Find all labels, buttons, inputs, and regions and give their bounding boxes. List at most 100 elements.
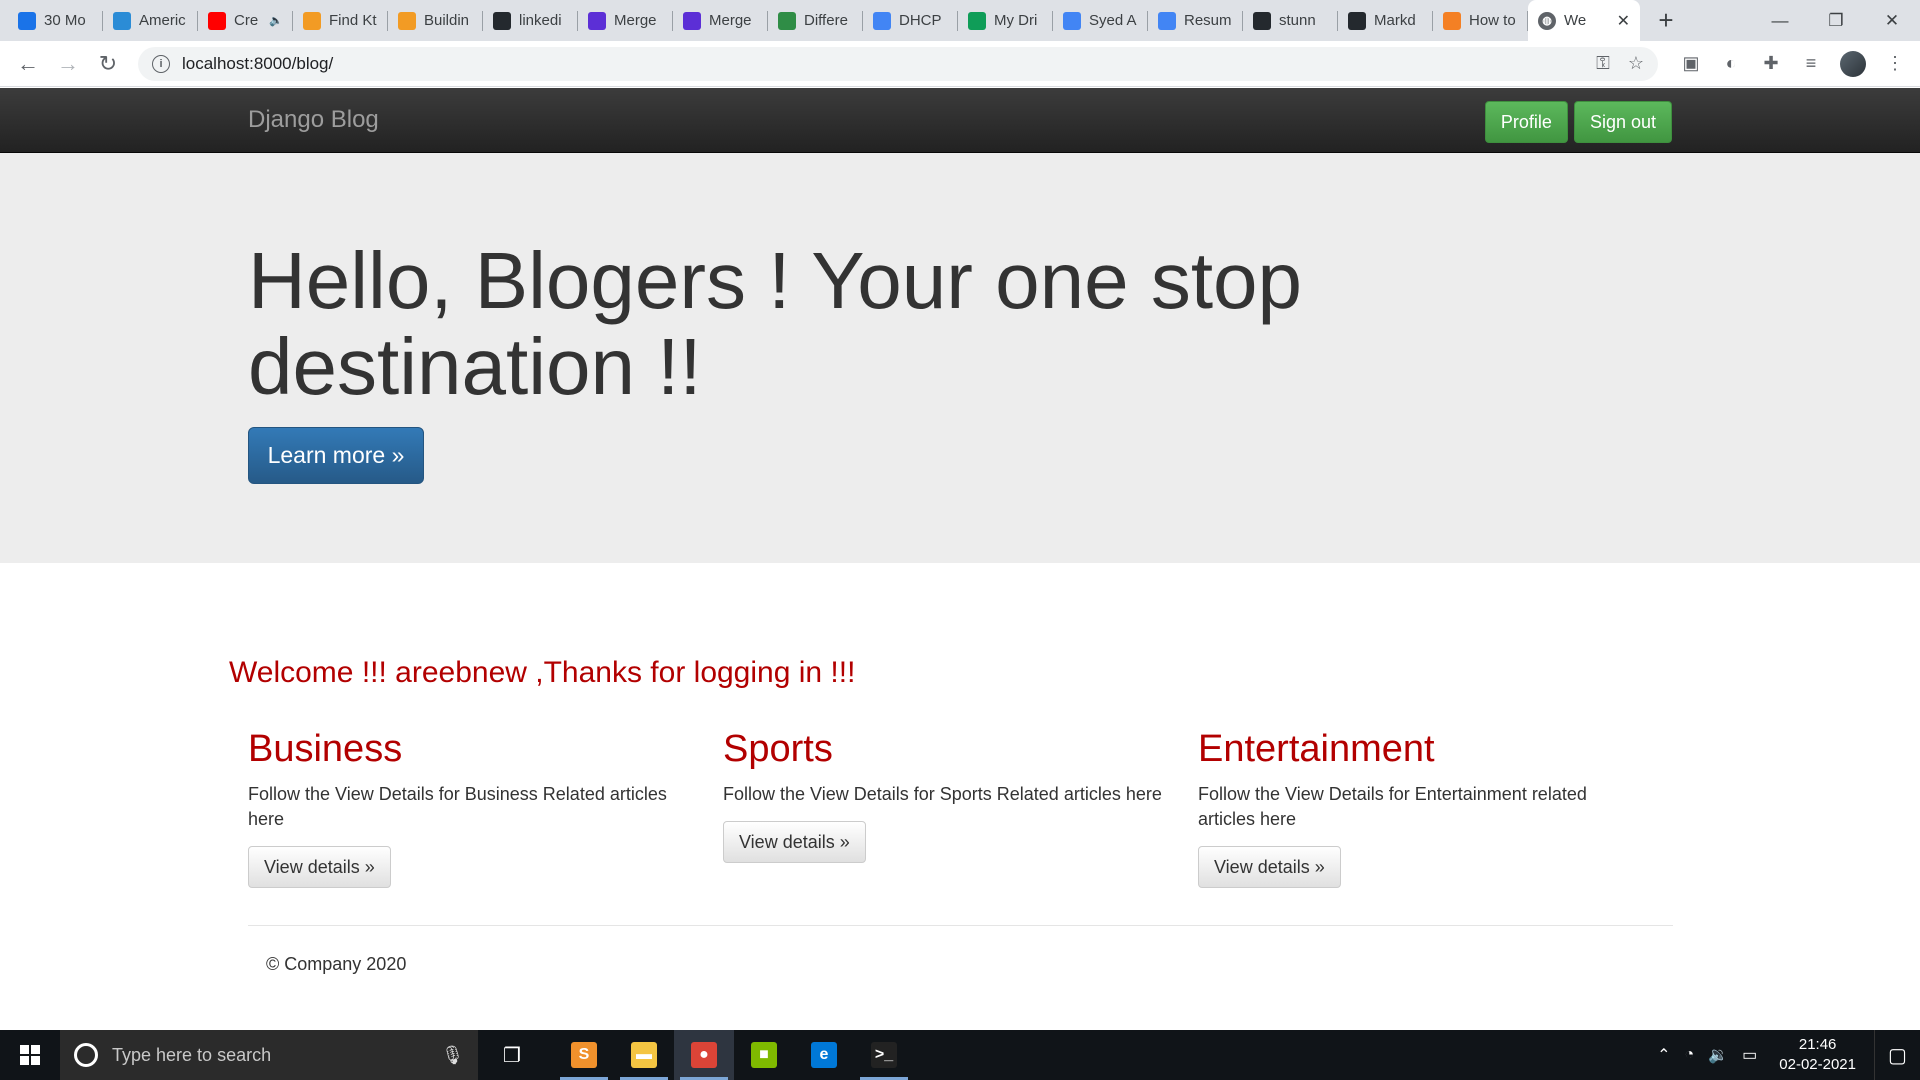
view-details-button[interactable]: View details »	[1198, 846, 1341, 888]
tab-title: How to	[1469, 12, 1516, 29]
wifi-icon[interactable]: ◔	[1685, 1046, 1695, 1064]
browser-tab[interactable]: My Dri	[958, 0, 1053, 41]
task-view-icon[interactable]: ❐	[482, 1030, 542, 1080]
browser-tab[interactable]: How to	[1433, 0, 1528, 41]
category-entertainment: Entertainment Follow the View Details fo…	[1198, 726, 1673, 888]
audio-playing-icon[interactable]: 🔈	[269, 14, 283, 27]
sign-out-button[interactable]: Sign out	[1573, 101, 1672, 143]
tab-title: Buildin	[424, 12, 470, 29]
tab-title: Markd	[1374, 12, 1416, 29]
tab-title: My Dri	[994, 12, 1038, 29]
github-icon	[1348, 11, 1366, 30]
windows-taskbar: Type here to search 🎙 ❐ S ▬ ● ■ e >_ ⌃ ◔ 🔉 ▭ …	[0, 1030, 1920, 1080]
browser-tab[interactable]: Find Kt	[293, 0, 388, 41]
browser-tab[interactable]: 30 Mo	[8, 0, 103, 41]
view-details-button[interactable]: View details »	[248, 846, 391, 888]
category-title: Sports	[723, 728, 833, 770]
taskbar-clock[interactable]: 21:46 02-02-2021	[1779, 1035, 1856, 1075]
browser-tab[interactable]: Resum	[1148, 0, 1243, 41]
key-icon[interactable]: ⚿	[1596, 53, 1610, 74]
github-icon	[493, 11, 511, 30]
tab-title: Merge	[614, 12, 657, 29]
category-columns: Business Follow the View Details for Bus…	[248, 726, 1673, 888]
browser-tab[interactable]: stunn	[1243, 0, 1338, 41]
tab-title: 30 Mo	[44, 12, 86, 29]
reload-icon[interactable]: ↻	[88, 44, 128, 84]
tab-title: Americ	[139, 12, 186, 29]
taskbar-app[interactable]: >_	[854, 1030, 914, 1080]
address-bar[interactable]: i localhost:8000/blog/ ⚿ ☆	[138, 46, 1658, 81]
pinned-apps: S ▬ ● ■ e >_	[554, 1030, 914, 1080]
taskbar-search[interactable]: Type here to search 🎙	[60, 1030, 478, 1080]
welcome-message: Welcome !!! areebnew ,Thanks for logging…	[229, 656, 856, 689]
search-placeholder[interactable]: Type here to search	[112, 1045, 441, 1066]
terminal-icon: >_	[871, 1042, 897, 1068]
url-text[interactable]: localhost:8000/blog/	[182, 54, 1578, 74]
taskbar-app[interactable]: e	[794, 1030, 854, 1080]
media-queue-icon[interactable]: ≡	[1800, 53, 1822, 74]
taskbar-app[interactable]: ■	[734, 1030, 794, 1080]
menu-kebab-icon[interactable]: ⋮	[1884, 53, 1906, 74]
profile-avatar[interactable]	[1840, 50, 1866, 77]
browser-tab[interactable]: linkedi	[483, 0, 578, 41]
browser-toolbar: ← → ↻ i localhost:8000/blog/ ⚿ ☆ ▣ ◐ ✚ ≡…	[0, 41, 1920, 87]
volume-icon[interactable]: 🔉	[1708, 1045, 1728, 1065]
extension-icons: ▣ ◐ ✚ ≡ ⋮	[1680, 50, 1906, 77]
hero-heading: Hello, Blogers ! Your one stop destinati…	[248, 236, 1303, 411]
browser-tab[interactable]: Cre 🔈	[198, 0, 293, 41]
docs-icon	[1158, 11, 1176, 30]
extension-icon[interactable]: ▣	[1680, 53, 1702, 74]
star-bookmark-icon[interactable]: ☆	[1628, 53, 1644, 74]
battery-icon[interactable]: ▭	[1742, 1045, 1757, 1065]
new-tab-button[interactable]: +	[1648, 3, 1684, 39]
browser-tab[interactable]: Syed A	[1053, 0, 1148, 41]
puzzle-extensions-icon[interactable]: ✚	[1760, 53, 1782, 74]
extension-circle-icon[interactable]: ◐	[1720, 53, 1742, 74]
windows-app-icon: ■	[751, 1042, 777, 1068]
jumbotron: Hello, Blogers ! Your one stop destinati…	[0, 153, 1920, 563]
tab-title: Merge	[709, 12, 752, 29]
category-description: Follow the View Details for Entertainmen…	[1198, 784, 1587, 829]
tab-title: Cre	[234, 12, 259, 29]
stackoverflow-icon	[1443, 11, 1461, 30]
show-hidden-icons-icon[interactable]: ⌃	[1657, 1045, 1670, 1065]
globe-icon: ◍	[1538, 11, 1556, 30]
gfg-icon	[778, 11, 796, 30]
taskbar-app[interactable]: ▬	[614, 1030, 674, 1080]
learn-more-button[interactable]: Learn more »	[248, 427, 424, 484]
browser-tab[interactable]: Markd	[1338, 0, 1433, 41]
browser-tab[interactable]: Merge	[673, 0, 768, 41]
footer-copyright: © Company 2020	[266, 954, 407, 974]
profile-button[interactable]: Profile	[1484, 101, 1568, 143]
close-tab-icon[interactable]: ✕	[1617, 11, 1630, 31]
close-window-button[interactable]: ✕	[1864, 0, 1920, 41]
view-details-button[interactable]: View details »	[723, 821, 866, 863]
restore-button[interactable]: ❐	[1808, 0, 1864, 41]
browser-tab[interactable]: Buildin	[388, 0, 483, 41]
minimize-button[interactable]: —	[1752, 0, 1808, 41]
cortana-icon	[74, 1043, 98, 1067]
site-brand[interactable]: Django Blog	[248, 106, 379, 134]
github-icon	[1253, 11, 1271, 30]
browser-tab[interactable]: DHCP	[863, 0, 958, 41]
tab-title: DHCP	[899, 12, 942, 29]
docs-icon	[1063, 11, 1081, 30]
start-button[interactable]	[0, 1030, 60, 1080]
e-icon	[398, 11, 416, 30]
taskbar-app[interactable]: ●	[674, 1030, 734, 1080]
back-icon[interactable]: ←	[8, 44, 48, 84]
chrome-icon: ●	[691, 1042, 717, 1068]
site-info-icon[interactable]: i	[152, 54, 170, 73]
browser-tab[interactable]: Merge	[578, 0, 673, 41]
browser-tab[interactable]: Americ	[103, 0, 198, 41]
sublime-text-icon: S	[571, 1042, 597, 1068]
microphone-icon[interactable]: 🎙	[441, 1045, 464, 1066]
e-icon	[303, 11, 321, 30]
tab-title: Resum	[1184, 12, 1232, 29]
browser-tab[interactable]: Differe	[768, 0, 863, 41]
taskbar-app[interactable]: S	[554, 1030, 614, 1080]
tab-title: Syed A	[1089, 12, 1137, 29]
browser-tab-active[interactable]: ◍ We ✕	[1528, 0, 1640, 41]
notification-center-icon[interactable]: ▢	[1874, 1030, 1920, 1080]
forward-icon[interactable]: →	[48, 44, 88, 84]
